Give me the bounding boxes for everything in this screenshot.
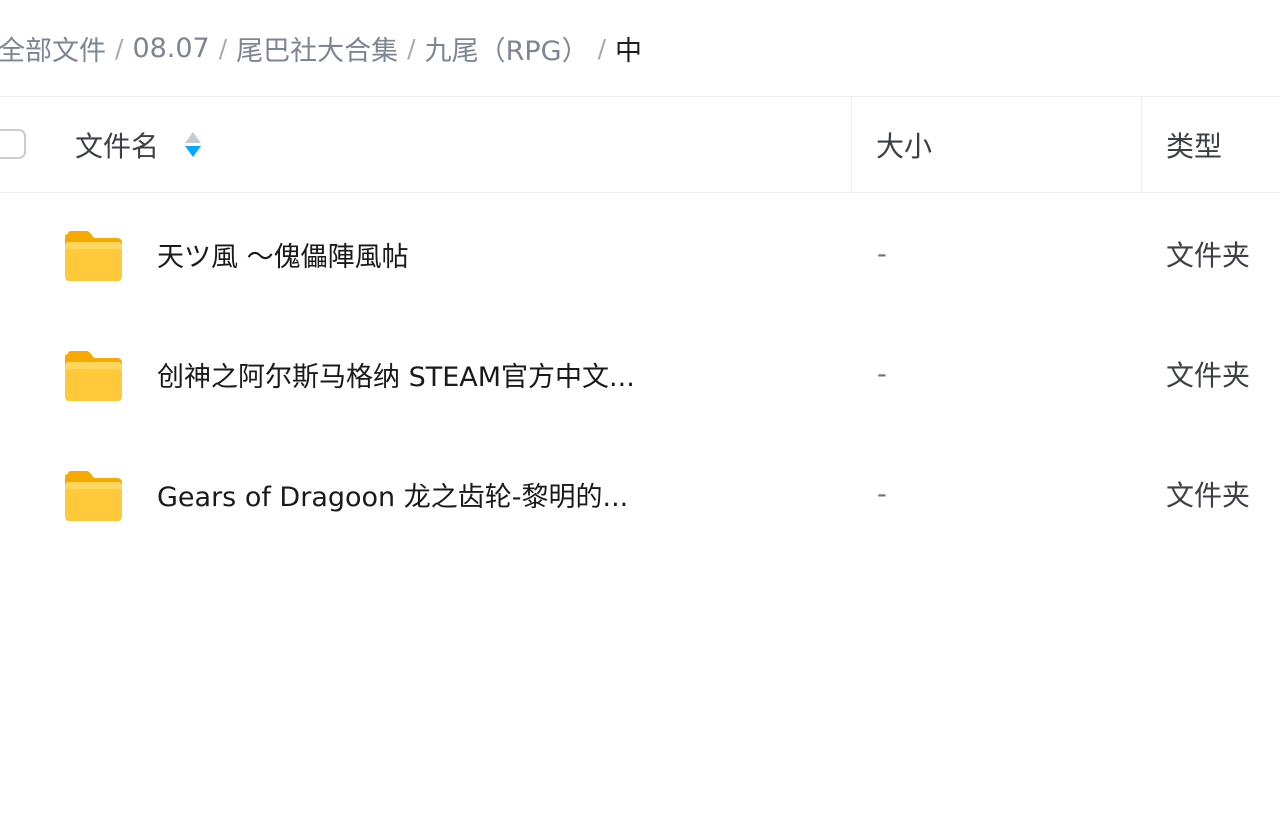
breadcrumb-item-collection[interactable]: 尾巴社大合集 (236, 29, 398, 68)
file-browser-page: 全部文件 / 08.07 / 尾巴社大合集 / 九尾（RPG） / 中 文件名 … (0, 0, 1280, 816)
select-all-checkbox[interactable] (0, 129, 26, 159)
sort-down-arrow-icon (185, 145, 202, 157)
file-type: 文件夹 (1166, 359, 1251, 392)
table-row[interactable]: Gears of Dragoon 龙之齿轮-黎明的... - 文件夹 (0, 434, 1280, 554)
breadcrumb: 全部文件 / 08.07 / 尾巴社大合集 / 九尾（RPG） / 中 (0, 26, 642, 70)
folder-icon (65, 231, 122, 281)
file-size: - (877, 238, 887, 270)
file-list: 天ツ風 ～傀儡陣風帖 - 文件夹 创神之阿尔斯马格纳 STEAM官方中文... … (0, 194, 1280, 554)
file-type: 文件夹 (1166, 479, 1251, 512)
column-divider[interactable] (851, 97, 852, 192)
folder-icon (65, 471, 122, 521)
table-header: 文件名 大小 类型 (0, 96, 1280, 193)
column-header-name-label: 文件名 (75, 129, 160, 163)
file-type: 文件夹 (1166, 239, 1251, 272)
file-name[interactable]: 创神之阿尔斯马格纳 STEAM官方中文... (157, 314, 635, 434)
column-divider[interactable] (1141, 97, 1142, 192)
file-size: - (877, 358, 887, 390)
column-header-name[interactable]: 文件名 (75, 97, 202, 192)
sort-icon[interactable] (185, 131, 202, 159)
breadcrumb-separator: / (407, 33, 416, 63)
breadcrumb-separator: / (218, 33, 228, 63)
column-header-size-label: 大小 (876, 129, 933, 163)
column-header-type[interactable]: 类型 (1166, 97, 1222, 192)
sort-up-arrow-icon (185, 131, 202, 143)
file-size: - (877, 478, 887, 510)
breadcrumb-separator: / (597, 33, 607, 63)
table-row[interactable]: 创神之阿尔斯马格纳 STEAM官方中文... - 文件夹 (0, 314, 1280, 434)
file-name[interactable]: Gears of Dragoon 龙之齿轮-黎明的... (157, 434, 628, 554)
breadcrumb-item-0807[interactable]: 08.07 (132, 33, 209, 64)
file-name[interactable]: 天ツ風 ～傀儡陣風帖 (157, 194, 409, 314)
breadcrumb-item-all-files[interactable]: 全部文件 (0, 29, 106, 68)
folder-icon (65, 351, 122, 401)
table-row[interactable]: 天ツ風 ～傀儡陣風帖 - 文件夹 (0, 194, 1280, 314)
column-header-type-label: 类型 (1166, 129, 1223, 163)
breadcrumb-item-rpg[interactable]: 九尾（RPG） (425, 29, 589, 68)
breadcrumb-current: 中 (615, 35, 643, 67)
column-header-size[interactable]: 大小 (876, 97, 932, 192)
breadcrumb-separator: / (115, 33, 124, 63)
